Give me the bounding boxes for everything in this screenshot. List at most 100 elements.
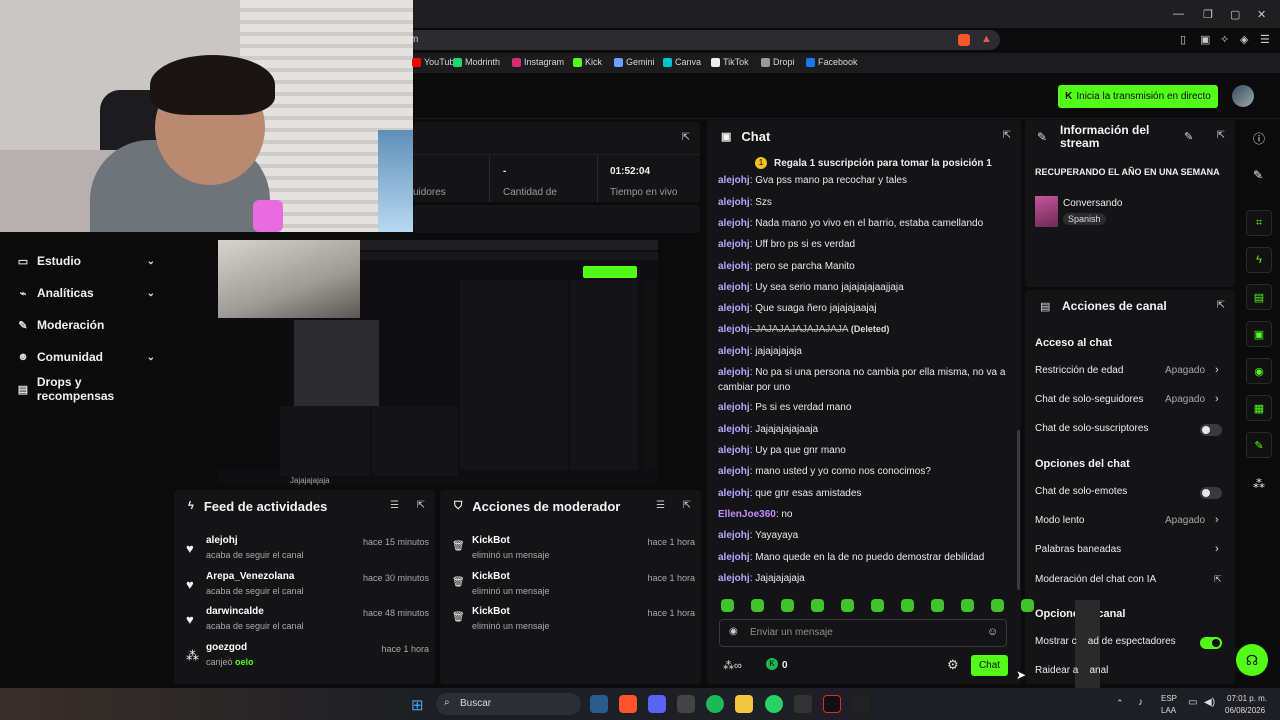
gear-icon[interactable]: ⚙ (947, 657, 959, 673)
chevron-right-icon[interactable]: › (1215, 514, 1219, 526)
chevron-down-icon[interactable]: ⌄ (147, 352, 155, 363)
bolt-icon[interactable]: ϟ (1246, 247, 1272, 273)
chat-username[interactable]: alejohj (718, 552, 750, 563)
chat-username[interactable]: alejohj (718, 282, 750, 293)
tray-chevron-icon[interactable]: ⌃ (1116, 698, 1124, 709)
emote-icon[interactable] (871, 599, 884, 612)
chat-username[interactable]: alejohj (718, 218, 750, 229)
emoji-icon[interactable]: ☺ (987, 626, 998, 638)
address-bar[interactable] (395, 30, 1000, 50)
taskbar-search[interactable] (436, 693, 581, 715)
chat-username[interactable]: alejohj (718, 424, 750, 435)
external-link-icon[interactable]: ⇱ (1214, 574, 1222, 585)
bookmark-1[interactable]: Modrinth (453, 57, 500, 67)
chat-scrollbar[interactable] (1017, 430, 1020, 590)
chat-username[interactable]: alejohj (718, 402, 750, 413)
emote-icon[interactable] (991, 599, 1004, 612)
emote-icon[interactable] (901, 599, 914, 612)
channel-setting-row[interactable]: Palabras baneadas (1035, 544, 1225, 558)
restore-icon[interactable]: ❐ (1203, 8, 1213, 21)
rewards-icon[interactable]: ▲ (981, 33, 992, 45)
bookmark-2[interactable]: Instagram (512, 57, 564, 67)
chat-username[interactable]: EllenJoe360 (718, 509, 776, 520)
capcut-icon[interactable] (794, 695, 812, 713)
community-icon[interactable]: ⁂ (1253, 477, 1265, 491)
leo-icon[interactable]: ✧ (1220, 33, 1229, 46)
expand-icon[interactable]: ⇱ (1217, 130, 1225, 141)
channel-setting-row[interactable]: Raidear a anal (1035, 665, 1225, 679)
chat-settings-icon[interactable]: ◉ (729, 626, 738, 637)
feed-username[interactable]: darwincalde (206, 606, 264, 617)
edit-icon[interactable]: ✎ (1184, 130, 1193, 143)
mod-username[interactable]: KickBot (472, 571, 510, 582)
emote-icon[interactable] (931, 599, 944, 612)
chat-username[interactable]: alejohj (718, 239, 750, 250)
expand-icon[interactable]: ⇱ (683, 500, 691, 511)
layout-icon[interactable]: ▦ (1246, 395, 1272, 421)
expand-icon[interactable]: ⇱ (1217, 300, 1225, 311)
brave-shield-icon[interactable] (958, 34, 970, 46)
sidebar-item-3[interactable]: ☻ Comunidad ⌄ (16, 346, 161, 368)
bookmark-5[interactable]: Canva (663, 57, 701, 67)
chat-username[interactable]: alejohj (718, 367, 750, 378)
tiktok-icon[interactable] (823, 695, 841, 713)
filter-icon[interactable]: ☰ (390, 500, 399, 511)
emote-icon[interactable] (751, 599, 764, 612)
network-icon[interactable]: ▭ (1188, 697, 1197, 708)
chat-username[interactable]: alejohj (718, 573, 750, 584)
pinned-gift-banner[interactable]: Regala 1 suscripción para tomar la posic… (774, 158, 992, 169)
sidebar-item-2[interactable]: ✎ Moderación (16, 314, 161, 336)
chevron-right-icon[interactable]: › (1215, 364, 1219, 376)
minimize-icon[interactable]: — (1173, 8, 1184, 20)
toggle-switch[interactable] (1200, 637, 1222, 649)
chat-username[interactable]: alejohj (718, 346, 750, 357)
chat-username[interactable]: alejohj (718, 303, 750, 314)
feed-username[interactable]: Arepa_Venezolana (206, 571, 294, 582)
support-headset-icon[interactable]: ☊ (1236, 644, 1268, 676)
bookmark-7[interactable]: Dropi (761, 57, 795, 67)
sidebar-item-4[interactable]: ▤ Drops y recompensas (16, 375, 161, 403)
file-explorer-icon[interactable] (735, 695, 753, 713)
filter-icon[interactable]: ☰ (656, 500, 665, 511)
expand-icon[interactable]: ⇱ (1003, 130, 1011, 141)
close-icon[interactable]: ✕ (1257, 8, 1266, 21)
sidebar-item-0[interactable]: ▭ Estudio ⌄ (16, 250, 161, 272)
volume-icon[interactable]: ◀) (1204, 697, 1215, 708)
chat-username[interactable]: alejohj (718, 197, 750, 208)
info-icon[interactable]: ⓘ (1253, 130, 1265, 147)
emote-icon[interactable] (841, 599, 854, 612)
wallet-icon[interactable]: ▣ (1200, 33, 1210, 46)
language-code[interactable]: ESP (1161, 694, 1177, 703)
spotify-icon[interactable] (706, 695, 724, 713)
whatsapp-icon[interactable] (765, 695, 783, 713)
channel-setting-row[interactable]: Moderación del chat con IA (1035, 574, 1225, 588)
chat-username[interactable]: alejohj (718, 488, 750, 499)
brave-icon[interactable] (619, 695, 637, 713)
obs-icon[interactable] (677, 695, 695, 713)
channel-setting-row[interactable]: Mostrar c ad de espectadores (1035, 636, 1225, 650)
feed-username[interactable]: alejohj (206, 535, 238, 546)
channel-setting-row[interactable]: Chat de solo-suscriptores (1035, 423, 1225, 437)
bookmark-3[interactable]: Kick (573, 57, 602, 67)
emote-icon[interactable] (721, 599, 734, 612)
epic-games-icon[interactable] (852, 695, 870, 713)
menu-icon[interactable]: ☰ (1260, 33, 1270, 46)
expand-icon[interactable]: ⇱ (682, 132, 690, 143)
chevron-right-icon[interactable]: › (1215, 543, 1219, 555)
vpn-icon[interactable]: ◈ (1240, 33, 1248, 46)
chat-icon[interactable]: ▣ (1246, 321, 1272, 347)
avatar[interactable] (1232, 85, 1254, 107)
sidebar-toggle-icon[interactable]: ▯ (1180, 33, 1186, 46)
feed-username[interactable]: goezgod (206, 642, 247, 653)
chat-username[interactable]: alejohj (718, 530, 750, 541)
chat-username[interactable]: alejohj (718, 466, 750, 477)
clock-time[interactable]: 07:01 p. m. (1227, 694, 1267, 703)
discord-icon[interactable] (648, 695, 666, 713)
broadcast-icon[interactable]: ◉ (1246, 358, 1272, 384)
expand-icon[interactable]: ⇱ (417, 500, 425, 511)
toggle-switch[interactable] (1200, 424, 1222, 436)
clip-icon[interactable]: ⌗ (1246, 210, 1272, 236)
bookmark-6[interactable]: TikTok (711, 57, 749, 67)
chat-username[interactable]: alejohj (718, 324, 750, 335)
bookmark-4[interactable]: Gemini (614, 57, 655, 67)
